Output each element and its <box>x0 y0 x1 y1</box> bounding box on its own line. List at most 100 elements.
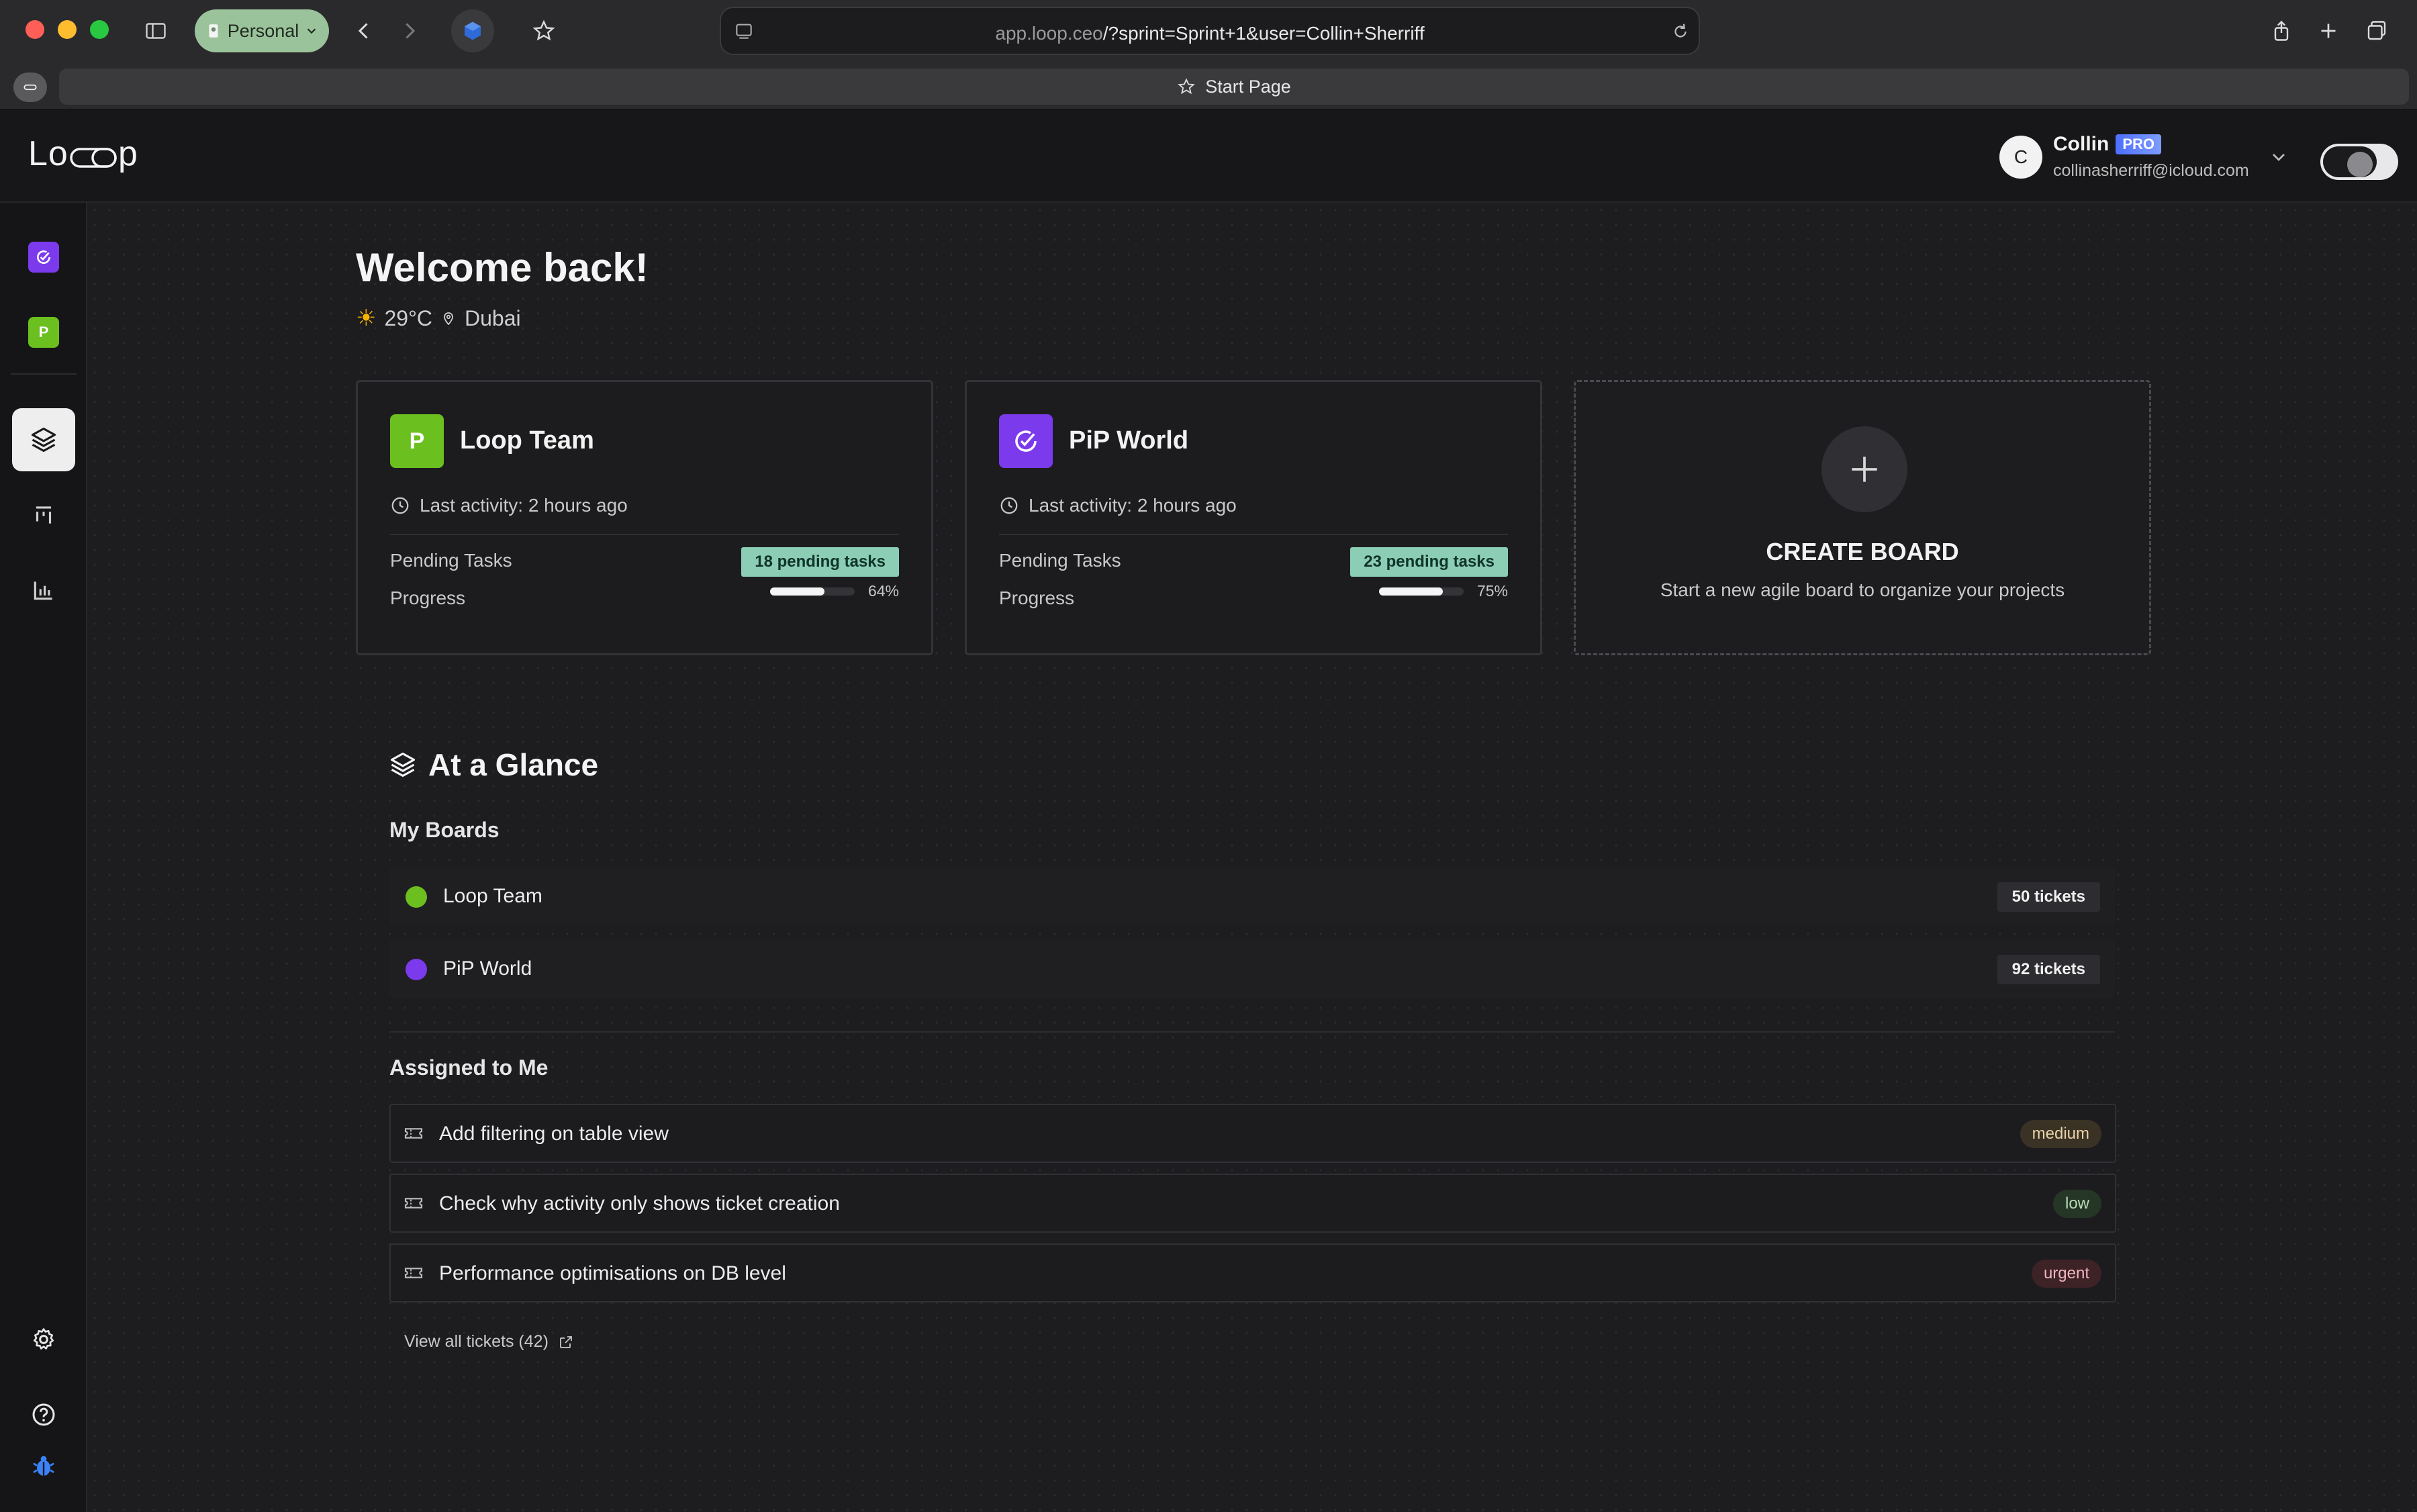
clock-icon <box>390 495 410 516</box>
loop-team-icon: P <box>28 317 59 348</box>
layers-icon <box>29 425 58 455</box>
bookmark-button[interactable] <box>522 9 565 52</box>
board-card-pip-world[interactable]: PiP World Last activity: 2 hours ago Pen… <box>965 380 1542 655</box>
sidebar-item-report-bug[interactable] <box>12 1434 75 1497</box>
svg-text:p: p <box>118 134 138 173</box>
tab-group-toggle[interactable] <box>13 73 47 102</box>
forward-button[interactable] <box>388 9 431 52</box>
share-button[interactable] <box>2260 9 2303 52</box>
close-window-button[interactable] <box>26 20 44 39</box>
weather-info: ☀ 29°C Dubai <box>356 305 521 332</box>
progress-fill <box>770 587 824 596</box>
clock-icon <box>999 495 1019 516</box>
sidebar-icon <box>144 19 168 43</box>
chevron-down-icon <box>2268 146 2289 168</box>
progress-bar <box>770 587 855 596</box>
board-name: PiP World <box>1069 426 1188 455</box>
progress-bar <box>1379 587 1464 596</box>
temperature: 29°C <box>384 306 432 331</box>
main-content: Welcome back! ☀ 29°C Dubai P Loop Team L… <box>87 203 2417 1512</box>
create-board-title: CREATE BOARD <box>1576 538 2149 566</box>
sidebar-divider <box>11 373 77 375</box>
tab-start-page[interactable]: Start Page <box>59 68 2409 105</box>
progress-fill <box>1379 587 1443 596</box>
board-name: Loop Team <box>460 426 594 455</box>
priority-badge: low <box>2053 1190 2101 1218</box>
svg-text:Lo: Lo <box>28 134 68 173</box>
user-name: CollinPRO <box>2053 133 2161 156</box>
table-row[interactable]: Performance optimisations on DB level ur… <box>389 1243 2116 1303</box>
minimize-window-button[interactable] <box>58 20 77 39</box>
tab-title: Start Page <box>1205 77 1291 97</box>
priority-badge: urgent <box>2032 1260 2101 1288</box>
profile-button[interactable]: Personal <box>195 9 329 52</box>
url-text: app.loop.ceo/?sprint=Sprint+1&user=Colli… <box>721 23 1699 44</box>
ticket-icon <box>403 1123 424 1144</box>
progress-label: Progress <box>390 587 465 609</box>
location-pin-icon <box>440 310 457 326</box>
bug-icon <box>30 1452 57 1479</box>
app-header: Lo p C CollinPRO collinasherriff@icloud.… <box>0 110 2417 203</box>
pro-badge: PRO <box>2116 134 2161 154</box>
create-board-subtitle: Start a new agile board to organize your… <box>1576 579 2149 601</box>
chevron-left-icon <box>352 19 376 43</box>
sun-icon: ☀ <box>356 305 376 332</box>
toggle-knob <box>2347 152 2373 177</box>
check-circle-icon <box>35 248 52 266</box>
star-icon <box>1177 77 1196 96</box>
chevron-right-icon <box>397 19 422 43</box>
user-email: collinasherriff@icloud.com <box>2053 161 2249 181</box>
reload-icon[interactable] <box>1670 21 1691 42</box>
board-card-loop-team[interactable]: P Loop Team Last activity: 2 hours ago P… <box>356 380 933 655</box>
pending-tasks-badge: 18 pending tasks <box>741 547 899 577</box>
tab-bar: Start Page <box>0 64 2417 110</box>
profile-label: Personal <box>228 21 299 42</box>
plus-icon <box>1846 451 1883 488</box>
tickets-count-badge: 92 tickets <box>1997 955 2100 984</box>
table-row[interactable]: Check why activity only shows ticket cre… <box>389 1174 2116 1233</box>
loop-logo-icon: Lo p <box>28 134 162 175</box>
tab-overview-button[interactable] <box>2355 9 2398 52</box>
board-activity: Last activity: 2 hours ago <box>999 495 1237 516</box>
sidebar-item-boards[interactable] <box>12 483 75 547</box>
board-icon: P <box>390 414 444 468</box>
loop-logo[interactable]: Lo p <box>28 134 162 183</box>
card-divider <box>390 534 899 535</box>
list-item[interactable]: Loop Team 50 tickets <box>389 867 2115 925</box>
ticket-title: Performance optimisations on DB level <box>439 1262 786 1285</box>
sidebar-item-pip-world[interactable] <box>12 226 75 289</box>
board-color-dot <box>406 886 427 908</box>
person-icon <box>205 22 222 40</box>
back-button[interactable] <box>342 9 385 52</box>
location: Dubai <box>465 306 521 331</box>
sidebar-item-analytics[interactable] <box>12 559 75 622</box>
new-tab-button[interactable] <box>2307 9 2350 52</box>
extension-button[interactable] <box>451 9 494 52</box>
board-activity: Last activity: 2 hours ago <box>390 495 628 516</box>
board-icon <box>999 414 1053 468</box>
create-board-button[interactable] <box>1821 426 1907 512</box>
layers-icon <box>388 750 418 779</box>
view-all-tickets-link[interactable]: View all tickets (42) <box>404 1332 574 1352</box>
pending-tasks-badge: 23 pending tasks <box>1350 547 1508 577</box>
table-row[interactable]: Add filtering on table view medium <box>389 1104 2116 1163</box>
ticket-title: Add filtering on table view <box>439 1123 669 1145</box>
bar-chart-icon <box>31 577 56 603</box>
maximize-window-button[interactable] <box>90 20 109 39</box>
sidebar-toggle-button[interactable] <box>134 9 177 52</box>
assigned-heading: Assigned to Me <box>389 1055 548 1080</box>
sidebar-item-loop-team[interactable]: P <box>12 301 75 364</box>
create-board-card[interactable]: CREATE BOARD Start a new agile board to … <box>1574 380 2151 655</box>
plus-icon <box>2316 19 2340 43</box>
list-item[interactable]: PiP World 92 tickets <box>389 940 2115 998</box>
theme-toggle[interactable] <box>2320 144 2398 180</box>
user-menu[interactable]: C CollinPRO collinasherriff@icloud.com <box>1999 133 2042 181</box>
section-title: At a Glance <box>388 747 598 783</box>
sidebar-item-settings[interactable] <box>12 1308 75 1371</box>
sidebar-item-dashboard[interactable] <box>12 408 75 471</box>
address-bar[interactable]: app.loop.ceo/?sprint=Sprint+1&user=Colli… <box>720 7 1700 55</box>
minus-icon <box>21 79 39 96</box>
external-link-icon <box>558 1334 574 1350</box>
pip-world-icon <box>28 242 59 273</box>
my-boards-heading: My Boards <box>389 818 500 843</box>
